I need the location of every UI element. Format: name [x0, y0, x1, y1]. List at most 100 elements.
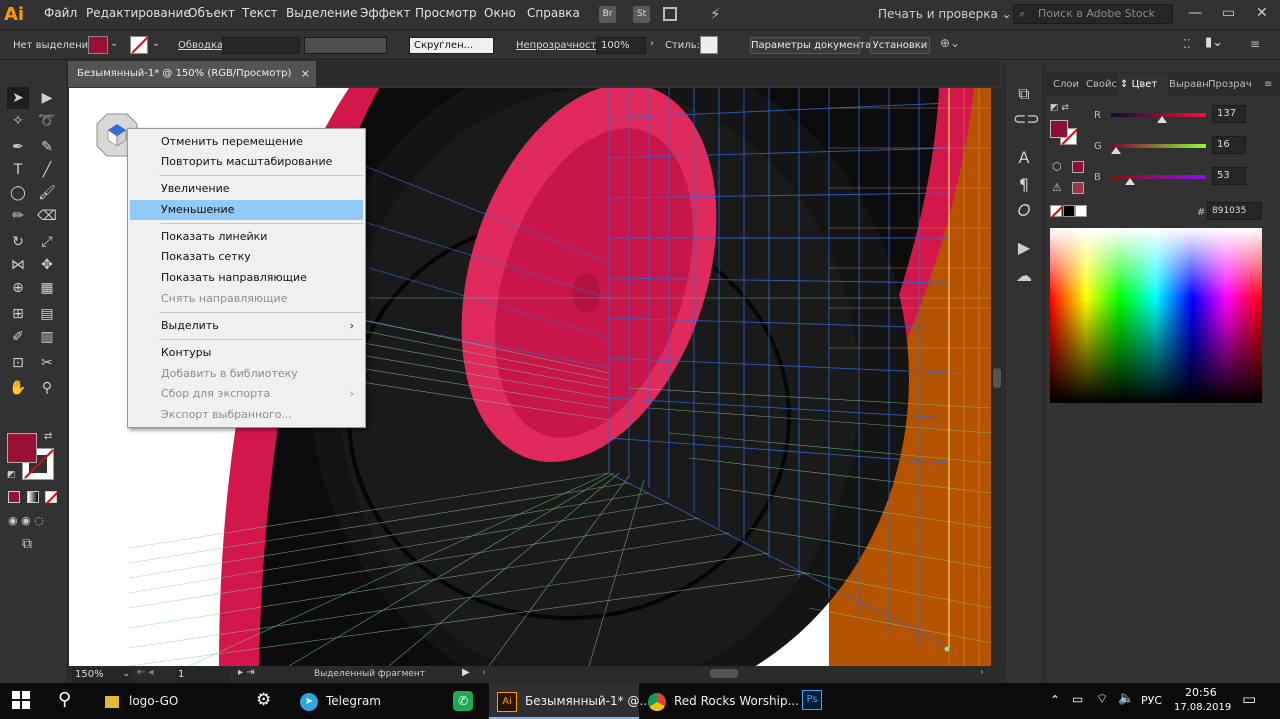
menu-item-redo-scale[interactable]: Повторить масштабирование: [130, 152, 363, 172]
scrollbar-thumb[interactable]: [993, 368, 1001, 388]
tab-transparency[interactable]: Прозрач: [1208, 79, 1252, 90]
type-tool-icon[interactable]: T: [7, 159, 29, 181]
selection-tool-icon[interactable]: ➤: [7, 87, 29, 109]
menu-item-zoom-out[interactable]: Уменьшение: [130, 200, 363, 220]
direct-selection-tool-icon[interactable]: ▶: [36, 87, 58, 109]
menu-item-undo-move[interactable]: Отменить перемещение: [130, 132, 363, 152]
menu-item-show-guides[interactable]: Показать направляющие: [130, 268, 363, 288]
panel-fill-swatch[interactable]: [1050, 120, 1068, 138]
menu-window[interactable]: Окно: [484, 6, 516, 20]
stock-button[interactable]: St: [633, 6, 650, 23]
stock-search-input[interactable]: Поиск в Adobe Stock: [1013, 4, 1173, 24]
menu-item-zoom-in[interactable]: Увеличение: [130, 179, 363, 199]
tab-properties[interactable]: Свойс: [1086, 79, 1117, 90]
menu-object[interactable]: Объект: [188, 6, 235, 20]
document-tab[interactable]: Безымянный-1* @ 150% (RGB/Просмотр) ×: [68, 61, 316, 87]
in-gamut-swatch[interactable]: [1072, 182, 1084, 194]
default-colors-icon[interactable]: ◩: [7, 470, 16, 480]
align-icon[interactable]: ⊕⌄: [940, 36, 960, 50]
eyedropper-tool-icon[interactable]: ✐: [7, 326, 29, 348]
tab-align[interactable]: Выравн: [1169, 79, 1209, 90]
hex-value-input[interactable]: 891035: [1207, 202, 1262, 220]
chevron-right-icon[interactable]: ›: [650, 38, 654, 49]
screen-mode-icon[interactable]: ⧉: [22, 536, 32, 552]
clock-date[interactable]: 17.08.2019: [1174, 702, 1231, 713]
stroke-weight-input[interactable]: [222, 37, 300, 54]
paragraph-icon[interactable]: ¶: [1013, 174, 1035, 196]
menu-item-outline[interactable]: Контуры: [130, 343, 363, 363]
eraser-tool-icon[interactable]: ⌫: [36, 205, 58, 227]
bridge-button[interactable]: Br: [599, 6, 616, 23]
graphic-style-swatch[interactable]: [700, 36, 718, 54]
web-safe-swatch[interactable]: [1072, 161, 1084, 173]
stroke-label[interactable]: Обводка:: [178, 40, 227, 51]
actions-icon[interactable]: ▶: [1013, 237, 1035, 259]
next-artboard-button[interactable]: ▸ ⇥: [238, 667, 255, 678]
none-color-swatch[interactable]: [1050, 205, 1064, 219]
document-setup-button[interactable]: Параметры документа: [750, 37, 871, 54]
graph-tool-icon[interactable]: ▥: [36, 326, 58, 348]
mesh-tool-icon[interactable]: ⊞: [7, 303, 29, 325]
links-icon[interactable]: ⊂⊃: [1013, 108, 1040, 130]
color-spectrum[interactable]: [1050, 228, 1262, 403]
chevron-down-icon[interactable]: ⌄: [110, 38, 118, 49]
stroke-swatch[interactable]: [130, 36, 149, 54]
curvature-tool-icon[interactable]: ✎: [36, 136, 58, 158]
green-slider-handle[interactable]: [1111, 147, 1121, 154]
red-value-input[interactable]: 137: [1212, 105, 1246, 123]
artboard-tool-icon[interactable]: ⊡: [7, 352, 29, 374]
menu-item-show-grid[interactable]: Показать сетку: [130, 247, 363, 267]
puppet-warp-tool-icon[interactable]: ✥: [36, 254, 58, 276]
gradient-tool-icon[interactable]: ▤: [36, 303, 58, 325]
panel-menu-icon[interactable]: ≡: [1250, 37, 1260, 51]
tab-layers[interactable]: Слои: [1053, 79, 1079, 90]
opacity-input[interactable]: 100%: [596, 37, 646, 54]
scroll-left-arrow[interactable]: ‹: [482, 667, 486, 678]
menu-item-select[interactable]: Выделить ›: [130, 316, 363, 336]
notifications-icon[interactable]: ▭: [1242, 690, 1256, 708]
photoshop-icon[interactable]: Ps: [802, 690, 822, 710]
menu-help[interactable]: Справка: [527, 6, 580, 20]
taskbar-folder[interactable]: logo-GO: [95, 683, 238, 719]
white-swatch[interactable]: [1075, 205, 1087, 217]
brush-definition[interactable]: Скруглен...: [409, 37, 494, 54]
opacity-label[interactable]: Непрозрачность:: [516, 40, 606, 51]
ellipse-tool-icon[interactable]: ◯: [7, 182, 29, 204]
preferences-button[interactable]: Установки: [870, 37, 930, 54]
chevron-down-icon[interactable]: ⌄: [152, 38, 160, 49]
color-mode-icon[interactable]: [8, 491, 20, 503]
scale-tool-icon[interactable]: ⤢: [36, 231, 58, 253]
status-menu-arrow[interactable]: ▶: [462, 667, 470, 678]
perspective-grid-tool-icon[interactable]: ▦: [36, 277, 58, 299]
horizontal-scrollbar-thumb[interactable]: [710, 669, 738, 678]
black-swatch[interactable]: [1063, 205, 1075, 217]
input-language[interactable]: РУС: [1141, 694, 1162, 707]
menu-item-show-rulers[interactable]: Показать линейки: [130, 227, 363, 247]
windows-start-icon[interactable]: [12, 691, 30, 709]
green-slider[interactable]: [1111, 144, 1206, 148]
menu-edit[interactable]: Редактирование: [86, 6, 191, 20]
menu-select[interactable]: Выделение: [286, 6, 357, 20]
search-icon[interactable]: ⚲: [58, 689, 71, 710]
gpu-performance-icon[interactable]: ⚡: [710, 5, 721, 23]
arrange-icon[interactable]: ▮⌄: [1205, 35, 1223, 50]
clock-time[interactable]: 20:56: [1185, 686, 1217, 699]
opentype-icon[interactable]: 𝑂: [1013, 200, 1035, 222]
shape-builder-tool-icon[interactable]: ⊕: [7, 277, 29, 299]
gradient-mode-icon[interactable]: [27, 491, 39, 503]
green-value-input[interactable]: 16: [1212, 136, 1246, 154]
swap-colors-icon[interactable]: ⇄: [44, 431, 52, 442]
width-tool-icon[interactable]: ⋈: [7, 254, 29, 276]
lasso-tool-icon[interactable]: ➰: [36, 110, 58, 132]
zoom-tool-icon[interactable]: ⚲: [36, 377, 58, 399]
panel-menu-icon[interactable]: ≡: [1264, 79, 1272, 90]
fill-color-swatch-front[interactable]: [7, 433, 37, 463]
settings-gear-icon[interactable]: ⚙: [256, 690, 271, 710]
tab-color[interactable]: ⇕ Цвет: [1120, 79, 1157, 90]
taskbar-chrome[interactable]: Red Rocks Worship...: [640, 683, 799, 719]
paintbrush-tool-icon[interactable]: 🖌: [36, 182, 58, 204]
none-mode-icon[interactable]: [45, 491, 59, 505]
artboards-icon[interactable]: ⧉: [1013, 83, 1035, 105]
maximize-button[interactable]: ▭: [1222, 5, 1235, 21]
artboard-number-field[interactable]: 1: [175, 667, 230, 682]
